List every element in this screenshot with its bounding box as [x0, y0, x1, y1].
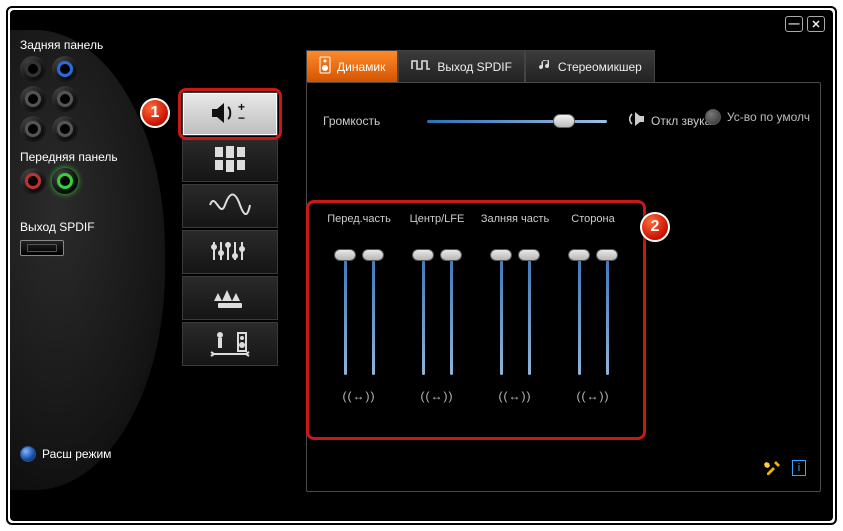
side-tab-room[interactable]	[182, 322, 278, 366]
channel-group-center: Центр/LFE ((↔))	[398, 213, 476, 403]
channel-group-side: Сторона ((↔))	[554, 213, 632, 403]
environment-icon	[208, 283, 252, 314]
spdif-port-icon[interactable]	[20, 240, 64, 256]
channel-slider[interactable]	[338, 255, 352, 375]
square-wave-icon	[411, 59, 431, 74]
jack-rear-3[interactable]	[20, 86, 46, 112]
channel-slider[interactable]	[522, 255, 536, 375]
tab-stereomix[interactable]: Стереомикшер	[525, 50, 655, 82]
rear-panel-title: Задняя панель	[20, 38, 165, 52]
side-tab-eq[interactable]	[182, 230, 278, 274]
channel-link-toggle[interactable]: ((↔))	[398, 389, 476, 403]
channel-label: Перед.часть	[320, 213, 398, 231]
device-tabs: Динамик Выход SPDIF Стереомикшер	[306, 50, 655, 82]
channel-label: Центр/LFE	[398, 213, 476, 231]
jack-rear-1[interactable]	[20, 56, 46, 82]
jack-front-2[interactable]	[52, 168, 78, 194]
channel-group-front: Перед.часть ((↔))	[320, 213, 398, 403]
callout-badge-2: 2	[640, 212, 670, 242]
side-tab-volume[interactable]: +−	[182, 92, 278, 136]
channel-slider[interactable]	[444, 255, 458, 375]
slider-track	[427, 120, 607, 123]
jack-rear-5[interactable]	[20, 116, 46, 142]
channel-slider[interactable]	[600, 255, 614, 375]
channel-balance-panel: Перед.часть ((↔)) Центр/LFE ((↔))	[310, 205, 640, 437]
mute-button[interactable]: Откл звука	[625, 111, 711, 130]
speaker-grid-icon	[213, 145, 247, 176]
default-device-toggle[interactable]: Ус-во по умолч	[705, 109, 810, 125]
speaker-icon	[319, 56, 331, 77]
advanced-mode-label: Расш режим	[42, 447, 111, 461]
mute-label: Откл звука	[651, 114, 711, 128]
side-tab-config[interactable]	[182, 138, 278, 182]
front-panel-title: Передняя панель	[20, 150, 165, 164]
channel-group-rear: Залняя часть ((↔))	[476, 213, 554, 403]
radio-icon	[705, 109, 721, 125]
spdif-title: Выход SPDIF	[20, 220, 165, 234]
tab-speaker[interactable]: Динамик	[306, 50, 398, 82]
mute-icon	[625, 111, 645, 130]
room-icon	[208, 329, 252, 360]
tab-label: Стереомикшер	[558, 60, 642, 74]
equalizer-icon	[210, 239, 250, 266]
channel-label: Сторона	[554, 213, 632, 231]
callout-badge-1: 1	[140, 98, 170, 128]
left-panel: Задняя панель Передняя панель Выход SPDI…	[10, 30, 165, 490]
info-icon[interactable]: i	[792, 460, 806, 476]
side-tab-env[interactable]	[182, 276, 278, 320]
side-tab-effects[interactable]	[182, 184, 278, 228]
tools-icon[interactable]	[764, 460, 782, 481]
slider-thumb[interactable]	[553, 114, 575, 128]
volume-label: Громкость	[323, 114, 409, 128]
tab-spdif[interactable]: Выход SPDIF	[398, 50, 525, 82]
jack-front-1[interactable]	[20, 168, 46, 194]
jack-rear-6[interactable]	[52, 116, 78, 142]
tab-label: Динамик	[337, 60, 385, 74]
channel-slider[interactable]	[416, 255, 430, 375]
sine-wave-icon	[208, 193, 252, 220]
app-window: — ✕ Задняя панель Передняя панель Выход …	[10, 10, 833, 521]
side-tabs: +−	[182, 92, 278, 368]
jack-rear-2[interactable]	[52, 56, 78, 82]
volume-slider[interactable]	[427, 113, 607, 129]
svg-text:−: −	[238, 111, 245, 125]
close-button[interactable]: ✕	[807, 16, 825, 32]
speaker-plusminus-icon: +−	[208, 100, 252, 129]
jack-rear-4[interactable]	[52, 86, 78, 112]
channel-label: Залняя часть	[476, 213, 554, 231]
advanced-mode-toggle[interactable]: Расш режим	[20, 446, 111, 462]
dot-icon	[20, 446, 36, 462]
channel-slider[interactable]	[494, 255, 508, 375]
music-note-icon	[538, 58, 552, 75]
channel-link-toggle[interactable]: ((↔))	[476, 389, 554, 403]
content-panel: Громкость Откл звука Ус-во по умолч Пере…	[306, 82, 821, 492]
minimize-button[interactable]: —	[785, 16, 803, 32]
channel-link-toggle[interactable]: ((↔))	[554, 389, 632, 403]
channel-slider[interactable]	[572, 255, 586, 375]
channel-link-toggle[interactable]: ((↔))	[320, 389, 398, 403]
tab-label: Выход SPDIF	[437, 60, 512, 74]
default-device-label: Ус-во по умолч	[727, 110, 810, 124]
channel-slider[interactable]	[366, 255, 380, 375]
